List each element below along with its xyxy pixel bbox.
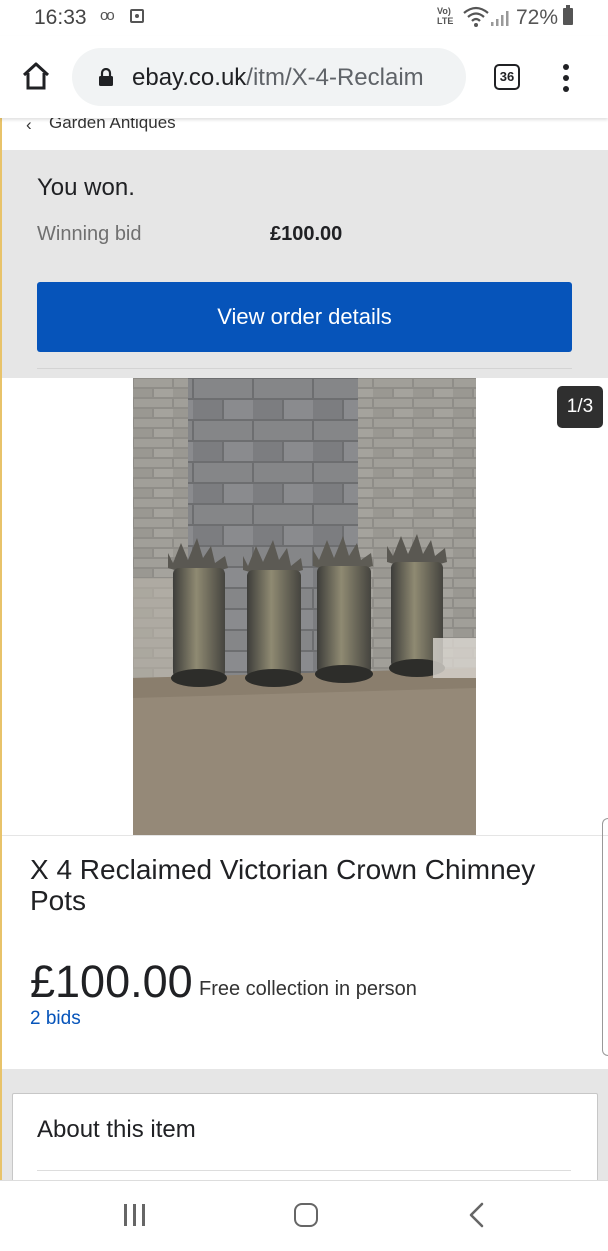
won-panel: You won. Winning bid £100.00 View order … [2,150,608,378]
browser-toolbar: ebay.co.uk/itm/X-4-Reclaim 36 [0,36,608,118]
divider [37,1170,571,1171]
winning-bid-label: Winning bid [37,223,142,245]
back-icon[interactable] [466,1201,488,1229]
lock-icon [99,68,113,86]
item-price: £100.00 [30,956,193,1007]
item-summary: X 4 Reclaimed Victorian Crown Chimney Po… [2,818,608,1070]
signal-icon [491,11,509,26]
item-title: X 4 Reclaimed Victorian Crown Chimney Po… [30,854,536,916]
battery-percent: 72% [516,6,559,29]
status-bar: 16:33 oo Vo) LTE 72% [0,0,608,36]
page-edge [0,118,2,1180]
chimney-pots-image [133,378,476,835]
url-field[interactable]: ebay.co.uk/itm/X-4-Reclaim [72,48,466,106]
view-order-details-button[interactable]: View order details [37,282,572,352]
url-path: /itm/X-4-Reclaim [246,64,424,91]
url-host: ebay.co.uk [132,64,247,91]
scroll-indicator [602,818,608,1056]
menu-icon[interactable] [558,64,574,92]
recent-apps-icon[interactable] [124,1204,148,1226]
system-nav-bar [0,1180,608,1251]
product-photo[interactable] [133,378,476,835]
tabs-icon[interactable]: 36 [494,64,520,90]
won-title: You won. [37,174,135,201]
chevron-left-icon: ‹ [26,115,32,134]
bids-link[interactable]: 2 bids [30,1008,81,1030]
image-gallery[interactable]: 1/3 [2,378,608,835]
shipping-info: Free collection in person [199,978,417,1000]
home-icon[interactable] [20,60,52,92]
volte-icon: Vo) LTE [437,6,454,26]
wifi-icon [463,6,489,27]
about-section: About this item [2,1069,608,1195]
home-button-icon[interactable] [294,1203,318,1227]
status-time: 16:33 [34,6,87,29]
url-text: ebay.co.uk/itm/X-4-Reclaim [132,64,424,92]
voicemail-icon: oo [100,7,115,24]
winning-bid-value: £100.00 [270,223,343,245]
battery-icon [563,5,573,25]
divider [37,368,572,369]
about-title: About this item [37,1116,196,1143]
notification-icon [130,9,144,23]
image-counter: 1/3 [557,386,603,428]
